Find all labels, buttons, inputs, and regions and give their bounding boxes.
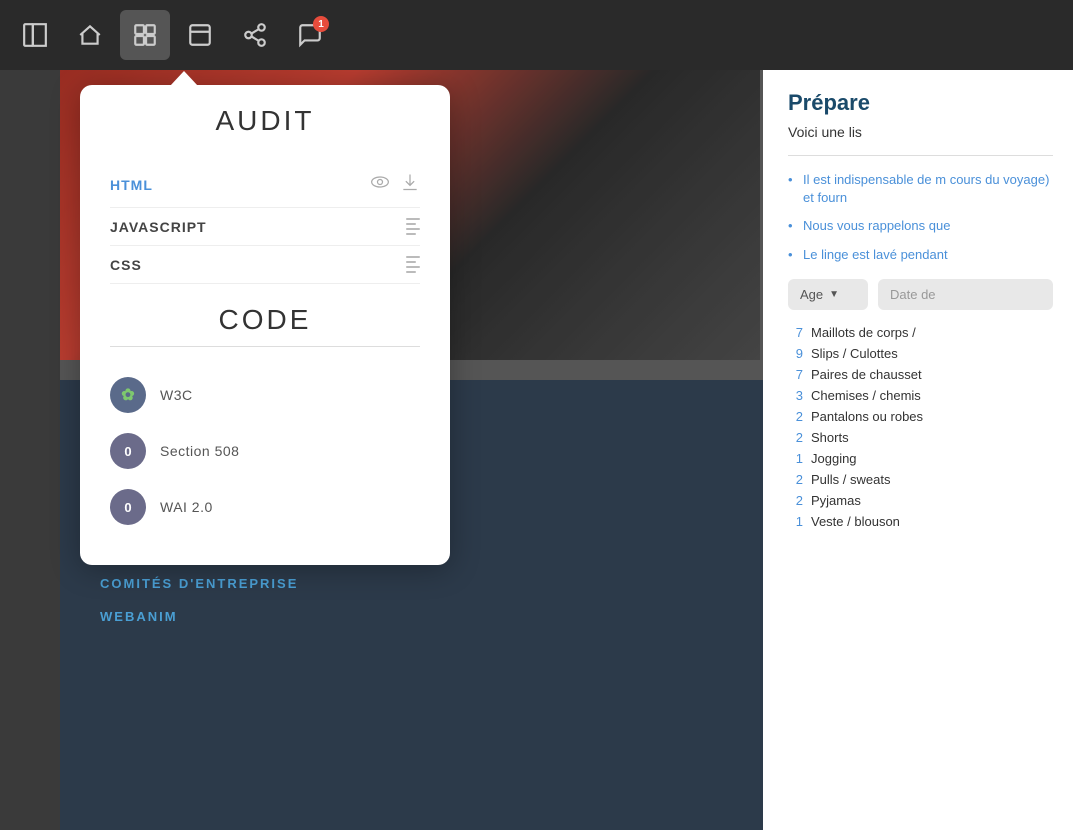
sidebar-toggle-btn[interactable] xyxy=(10,10,60,60)
javascript-row: JAVASCRIPT xyxy=(110,208,420,246)
eye-icon[interactable] xyxy=(370,172,390,197)
components-btn[interactable] xyxy=(120,10,170,60)
sidebar-strip xyxy=(0,70,60,830)
item-num: 2 xyxy=(788,409,803,424)
section508-item[interactable]: 0 Section 508 xyxy=(110,423,420,479)
item-num: 7 xyxy=(788,367,803,382)
item-row: 1 Jogging xyxy=(788,451,1053,466)
item-text: Pyjamas xyxy=(811,493,861,508)
item-text: Shorts xyxy=(811,430,849,445)
panel-title: AUDIT xyxy=(110,105,420,137)
item-row: 2 Shorts xyxy=(788,430,1053,445)
wai-badge: 0 xyxy=(110,489,146,525)
popup-arrow xyxy=(170,71,198,86)
right-panel-title: Prépare xyxy=(788,90,1053,116)
item-num: 2 xyxy=(788,493,803,508)
hamburger-line xyxy=(406,271,416,273)
item-num: 9 xyxy=(788,346,803,361)
item-row: 7 Paires de chausset xyxy=(788,367,1053,382)
item-text: Slips / Culottes xyxy=(811,346,898,361)
css-icons xyxy=(406,256,420,273)
bullet-1: Il est indispensable de m cours du voyag… xyxy=(788,171,1053,207)
share-btn[interactable] xyxy=(230,10,280,60)
hamburger-line xyxy=(406,233,416,235)
age-filter-label: Age xyxy=(800,287,823,302)
hamburger-line xyxy=(406,223,416,225)
right-divider xyxy=(788,155,1053,156)
right-panel: Prépare Voici une lis Il est indispensab… xyxy=(763,70,1073,830)
chevron-down-icon: ▼ xyxy=(829,289,839,300)
item-row: 2 Pantalons ou robes xyxy=(788,409,1053,424)
item-row: 7 Maillots de corps / xyxy=(788,325,1053,340)
right-panel-subtitle: Voici une lis xyxy=(788,124,1053,140)
item-row: 9 Slips / Culottes xyxy=(788,346,1053,361)
css-row: CSS xyxy=(110,246,420,284)
item-row: 2 Pyjamas xyxy=(788,493,1053,508)
item-text: Chemises / chemis xyxy=(811,388,921,403)
wai-label: WAI 2.0 xyxy=(160,499,213,515)
wai-item[interactable]: 0 WAI 2.0 xyxy=(110,479,420,535)
item-num: 2 xyxy=(788,472,803,487)
item-num: 3 xyxy=(788,388,803,403)
bullet-2: Nous vous rappelons que xyxy=(788,217,1053,235)
hamburger-line xyxy=(406,218,420,220)
home-btn[interactable] xyxy=(65,10,115,60)
item-num: 7 xyxy=(788,325,803,340)
item-text: Jogging xyxy=(811,451,857,466)
hamburger-line xyxy=(406,256,420,258)
main-area: PLAN DU SITE Plan du site Séjours Coloni… xyxy=(0,70,1073,830)
w3c-badge: ✿ xyxy=(110,377,146,413)
javascript-label: JAVASCRIPT xyxy=(110,219,406,235)
hamburger-line xyxy=(406,266,420,268)
webanim-title: WEBANIM xyxy=(100,609,760,624)
section508-label: Section 508 xyxy=(160,443,239,459)
enterprise-title: COMITÉS D'ENTREPRISE xyxy=(100,576,760,591)
item-text: Veste / blouson xyxy=(811,514,900,529)
date-filter-label: Date de xyxy=(890,287,936,302)
section508-badge: 0 xyxy=(110,433,146,469)
item-text: Paires de chausset xyxy=(811,367,922,382)
html-label: HTML xyxy=(110,177,370,193)
css-label: CSS xyxy=(110,257,406,273)
hamburger-line xyxy=(406,261,416,263)
item-text: Pulls / sweats xyxy=(811,472,890,487)
item-row: 3 Chemises / chemis xyxy=(788,388,1053,403)
item-row: 2 Pulls / sweats xyxy=(788,472,1053,487)
audit-panel: AUDIT HTML JAVA xyxy=(80,85,450,565)
w3c-item[interactable]: ✿ W3C xyxy=(110,367,420,423)
filter-row: Age ▼ Date de xyxy=(788,279,1053,310)
code-divider xyxy=(110,346,420,347)
download-icon[interactable] xyxy=(400,172,420,197)
items-list: 7 Maillots de corps / 9 Slips / Culottes 7… xyxy=(788,325,1053,529)
notifications-btn[interactable]: 1 xyxy=(285,10,335,60)
item-num: 2 xyxy=(788,430,803,445)
hamburger-icon[interactable] xyxy=(406,218,420,235)
toolbar: 1 xyxy=(0,0,1073,70)
w3c-label: W3C xyxy=(160,387,193,403)
w3c-star-icon: ✿ xyxy=(121,385,134,405)
pages-btn[interactable] xyxy=(175,10,225,60)
item-text: Pantalons ou robes xyxy=(811,409,923,424)
code-section-title: CODE xyxy=(110,304,420,336)
item-text: Maillots de corps / xyxy=(811,325,916,340)
item-num: 1 xyxy=(788,451,803,466)
javascript-icons xyxy=(406,218,420,235)
age-filter[interactable]: Age ▼ xyxy=(788,279,868,310)
bullet-3: Le linge est lavé pendant xyxy=(788,246,1053,264)
item-row: 1 Veste / blouson xyxy=(788,514,1053,529)
item-num: 1 xyxy=(788,514,803,529)
html-icons xyxy=(370,172,420,197)
hamburger-icon-css[interactable] xyxy=(406,256,420,273)
html-row: HTML xyxy=(110,162,420,208)
hamburger-line xyxy=(406,228,420,230)
notification-badge: 1 xyxy=(313,16,329,32)
date-filter[interactable]: Date de xyxy=(878,279,1053,310)
